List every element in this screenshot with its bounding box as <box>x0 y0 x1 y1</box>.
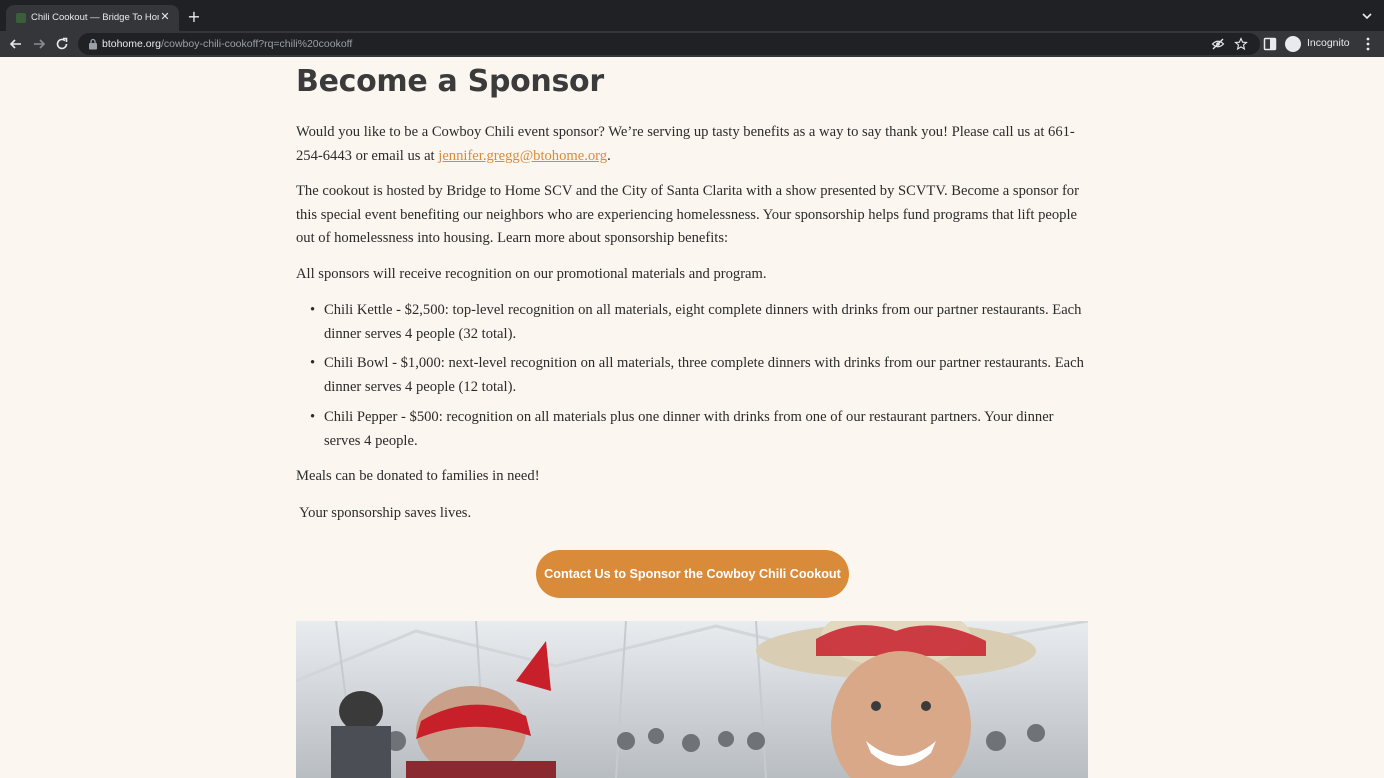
hosting-paragraph: The cookout is hosted by Bridge to Home … <box>296 183 1079 246</box>
tier-text: Chili Bowl - $1,000: next-level recognit… <box>324 355 1084 395</box>
side-panel-icon[interactable] <box>1262 36 1278 52</box>
eye-off-icon[interactable] <box>1211 37 1225 51</box>
intro-end: . <box>607 147 611 164</box>
page-title: Become a Sponsor <box>296 64 604 99</box>
intro-text: Would you like to be a Cowboy Chili even… <box>296 124 1075 164</box>
email-link[interactable]: jennifer.gregg@btohome.org <box>438 148 607 164</box>
site-favicon-icon <box>16 13 26 23</box>
bullet-icon: • <box>310 355 316 371</box>
saves-lives-paragraph: Your sponsorship saves lives. <box>296 505 472 521</box>
event-photo <box>296 621 1088 778</box>
lock-icon[interactable] <box>88 38 98 50</box>
list-item: • Chili Pepper - $500: recognition on al… <box>310 406 1090 453</box>
contact-sponsor-button[interactable]: Contact Us to Sponsor the Cowboy Chili C… <box>536 550 849 598</box>
event-photo-illustration <box>296 621 1088 778</box>
recognition-paragraph: All sponsors will receive recognition on… <box>296 266 767 282</box>
reload-icon[interactable] <box>54 36 70 52</box>
donation-paragraph: Meals can be donated to families in need… <box>296 468 540 484</box>
forward-arrow-icon[interactable] <box>31 36 47 52</box>
tab-strip: Chili Cookout — Bridge To Home ✕ + <box>0 0 1384 31</box>
browser-toolbar: btohome.org/cowboy-chili-cookoff?rq=chil… <box>0 31 1384 57</box>
bullet-icon: • <box>310 409 316 425</box>
url-path: /cowboy-chili-cookoff?rq=chili%20cookoff <box>160 38 353 50</box>
browser-tab[interactable]: Chili Cookout — Bridge To Home ✕ <box>6 5 179 31</box>
tier-text: Chili Pepper - $500: recognition on all … <box>324 409 1054 449</box>
chevron-down-icon[interactable] <box>1360 9 1374 23</box>
bullet-icon: • <box>310 302 316 318</box>
incognito-icon <box>1285 36 1301 52</box>
close-icon[interactable]: ✕ <box>158 10 172 24</box>
star-icon[interactable] <box>1234 37 1248 51</box>
intro-paragraph: Would you like to be a Cowboy Chili even… <box>296 121 1088 168</box>
tab-title: Chili Cookout — Bridge To Home <box>31 12 159 23</box>
new-tab-plus-icon[interactable]: + <box>186 9 202 25</box>
tier-text: Chili Kettle - $2,500: top-level recogni… <box>324 302 1082 342</box>
back-arrow-icon[interactable] <box>8 36 24 52</box>
url-host: btohome.org <box>102 38 161 50</box>
list-item: • Chili Bowl - $1,000: next-level recogn… <box>310 352 1090 399</box>
profile-label: Incognito <box>1307 37 1350 49</box>
kebab-menu-icon[interactable] <box>1361 36 1375 52</box>
address-bar[interactable]: btohome.org/cowboy-chili-cookoff?rq=chil… <box>78 33 1260 55</box>
url-text[interactable]: btohome.org/cowboy-chili-cookoff?rq=chil… <box>102 38 352 50</box>
list-item: • Chili Kettle - $2,500: top-level recog… <box>310 299 1090 346</box>
